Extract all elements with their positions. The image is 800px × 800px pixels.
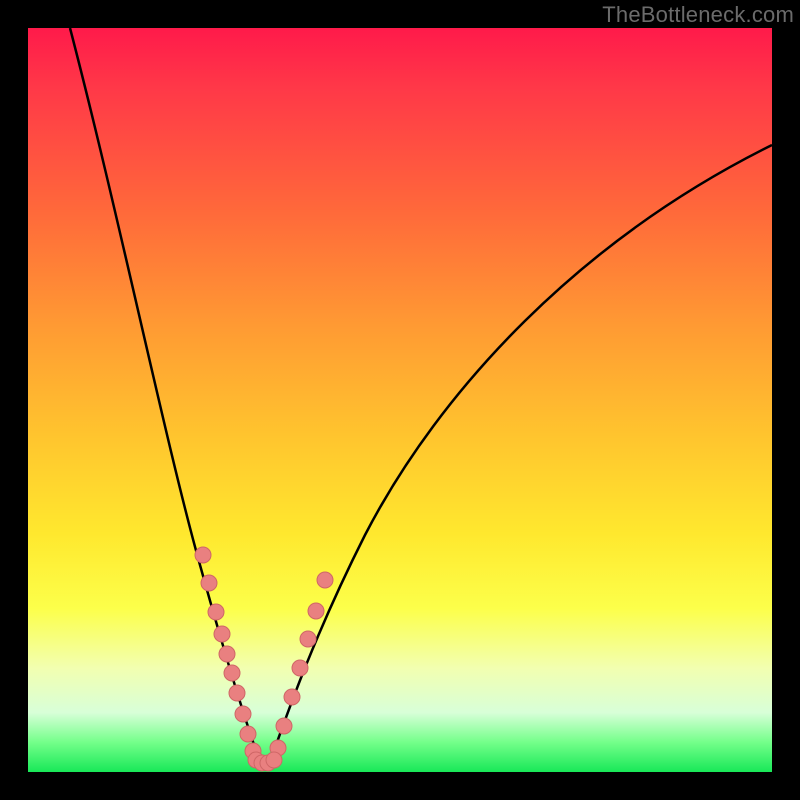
right-curve	[270, 145, 772, 762]
bottom-dot-cluster	[248, 752, 282, 771]
chart-svg	[0, 0, 800, 800]
right-dot-cluster	[270, 572, 333, 756]
watermark: TheBottleneck.com	[602, 2, 794, 28]
left-dot-cluster	[195, 547, 261, 759]
